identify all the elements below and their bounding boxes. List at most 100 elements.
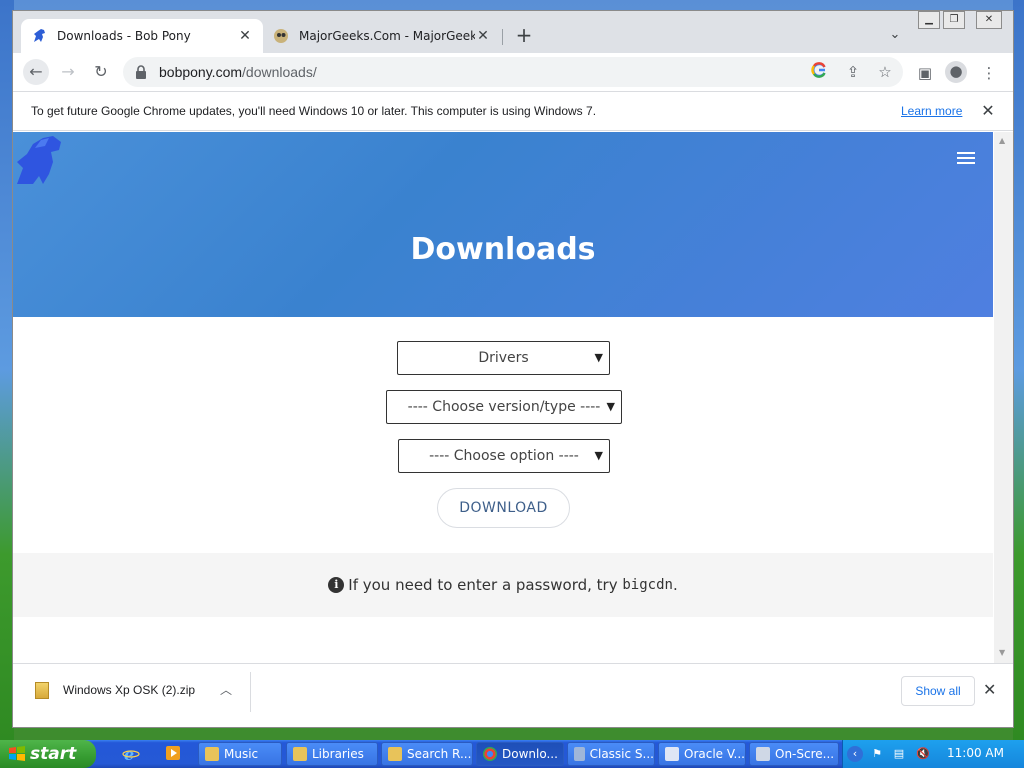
volume-muted-icon[interactable]: 🔇 [915, 746, 931, 762]
note-text: If you need to enter a password, try [348, 576, 618, 594]
note-suffix: . [672, 576, 678, 594]
internet-explorer-icon[interactable]: e [122, 745, 140, 764]
system-tray: ‹ ⚑ ▤ 🔇 11:00 AM [842, 740, 1024, 768]
action-center-flag-icon[interactable]: ⚑ [869, 746, 885, 762]
taskbar-button-label: On-Scre... [775, 747, 835, 761]
update-infobar: To get future Google Chrome updates, you… [13, 91, 1013, 131]
show-all-button[interactable]: Show all [901, 676, 975, 706]
download-file-name[interactable]: Windows Xp OSK (2).zip [63, 683, 195, 697]
forward-button[interactable]: → [55, 59, 81, 85]
page-scrollbar[interactable]: ▲ ▼ [994, 132, 1013, 663]
taskbar: start e Music Libraries Search R... Down… [0, 740, 1024, 768]
category-select-value: Drivers [478, 350, 529, 366]
page-title: Downloads [410, 232, 596, 267]
taskbar-button-label: Libraries [312, 747, 364, 761]
taskbar-button-label: Music [224, 747, 259, 761]
learn-more-link[interactable]: Learn more [901, 104, 962, 118]
option-select-value: ---- Choose option ---- [429, 448, 579, 464]
shelf-close-icon[interactable]: ✕ [983, 680, 996, 699]
tab-downloads-bob-pony[interactable]: Downloads - Bob Pony ✕ [21, 19, 263, 53]
taskbar-button-libraries[interactable]: Libraries [286, 742, 378, 766]
version-select-value: ---- Choose version/type ---- [407, 399, 601, 415]
hero-banner: Downloads [13, 132, 993, 317]
infobar-message: To get future Google Chrome updates, you… [31, 104, 597, 118]
scroll-up-icon[interactable]: ▲ [999, 136, 1005, 145]
back-button[interactable]: ← [23, 59, 49, 85]
media-player-icon[interactable] [164, 745, 182, 763]
chevron-down-icon: ▼ [594, 449, 603, 462]
minimize-button[interactable]: ▁ [918, 11, 940, 29]
folder-icon [293, 747, 307, 761]
keyboard-icon [756, 747, 770, 761]
search-folder-icon [388, 747, 402, 761]
share-icon[interactable]: ⇪ [843, 62, 863, 82]
taskbar-button-search[interactable]: Search R... [381, 742, 473, 766]
tab-separator [502, 29, 503, 45]
new-tab-button[interactable]: + [513, 25, 535, 47]
bob-pony-logo-icon[interactable] [15, 134, 63, 184]
lock-icon [136, 65, 146, 79]
profile-avatar-icon[interactable]: ● [945, 61, 967, 83]
url-path: /downloads/ [242, 64, 317, 80]
taskbar-button-classic-shell[interactable]: Classic S... [567, 742, 655, 766]
clock[interactable]: 11:00 AM [947, 746, 1004, 760]
tab-search-chevron-icon[interactable]: ⌄ [885, 25, 905, 45]
password-note: i If you need to enter a password, try b… [13, 553, 993, 617]
taskbar-button-label: Downlo... [502, 747, 558, 761]
url-host: bobpony.com [159, 64, 243, 80]
info-icon: i [328, 577, 345, 593]
majorgeeks-favicon-icon [274, 29, 288, 43]
google-lens-icon[interactable] [809, 62, 829, 82]
tab-majorgeeks[interactable]: MajorGeeks.Com - MajorGeeks ✕ [263, 19, 501, 53]
start-label: start [30, 744, 77, 764]
taskbar-button-on-screen-keyboard[interactable]: On-Scre... [749, 742, 839, 766]
category-select[interactable]: Drivers ▼ [397, 341, 610, 375]
download-button[interactable]: DOWNLOAD [437, 488, 570, 528]
option-select[interactable]: ---- Choose option ---- ▼ [398, 439, 610, 473]
close-tab-icon[interactable]: ✕ [475, 28, 491, 44]
address-bar[interactable]: bobpony.com/downloads/ [123, 57, 903, 87]
tab-title: Downloads - Bob Pony [57, 29, 191, 43]
network-icon[interactable]: ▤ [891, 746, 907, 762]
bookmark-star-icon[interactable]: ☆ [875, 62, 895, 82]
restore-button[interactable]: ❐ [943, 11, 965, 29]
url-text: bobpony.com/downloads/ [159, 64, 317, 80]
zip-file-icon [35, 682, 49, 699]
chevron-down-icon: ▼ [594, 351, 603, 364]
browser-toolbar: ← → ↻ bobpony.com/downloads/ ⇪ ☆ ▣ ● ⋮ [13, 53, 1013, 91]
chevron-down-icon: ▼ [606, 400, 615, 413]
classic-shell-icon [574, 747, 585, 761]
reload-button[interactable]: ↻ [88, 59, 114, 85]
taskbar-button-label: Oracle V... [684, 747, 745, 761]
scroll-down-icon[interactable]: ▼ [999, 648, 1005, 657]
tray-expand-icon[interactable]: ‹ [847, 746, 863, 762]
side-panel-icon[interactable]: ▣ [915, 63, 935, 83]
chrome-menu-icon[interactable]: ⋮ [979, 63, 999, 83]
taskbar-button-label: Search R... [407, 747, 472, 761]
infobar-close-icon[interactable]: ✕ [979, 101, 997, 120]
chrome-window: Downloads - Bob Pony ✕ MajorGeeks.Com - … [12, 10, 1014, 728]
chrome-icon [483, 747, 497, 761]
close-tab-icon[interactable]: ✕ [237, 28, 253, 44]
desktop-background-right [1013, 0, 1024, 740]
start-button[interactable]: start [0, 740, 96, 768]
folder-icon [205, 747, 219, 761]
shelf-divider [250, 672, 251, 712]
window-close-button[interactable]: ✕ [976, 11, 1002, 29]
chevron-up-icon[interactable]: ︿ [220, 681, 232, 698]
page-viewport: Downloads Drivers ▼ ---- Choose version/… [13, 132, 1013, 663]
bob-pony-favicon-icon [34, 29, 45, 42]
windows-flag-icon [9, 746, 25, 761]
tab-title: MajorGeeks.Com - MajorGeeks [299, 29, 475, 43]
tab-strip: Downloads - Bob Pony ✕ MajorGeeks.Com - … [13, 11, 1013, 53]
taskbar-button-oracle-vm[interactable]: Oracle V... [658, 742, 746, 766]
taskbar-button-label: Classic S... [589, 747, 654, 761]
virtualbox-icon [665, 747, 679, 761]
svg-text:e: e [124, 745, 134, 763]
version-select[interactable]: ---- Choose version/type ---- ▼ [386, 390, 622, 424]
note-password-code: bigcdn [622, 577, 673, 593]
taskbar-button-music[interactable]: Music [198, 742, 282, 766]
download-shelf: Windows Xp OSK (2).zip ︿ Show all ✕ [13, 663, 1013, 719]
taskbar-button-downloads[interactable]: Downlo... [476, 742, 564, 766]
hamburger-menu-icon[interactable] [957, 152, 975, 166]
